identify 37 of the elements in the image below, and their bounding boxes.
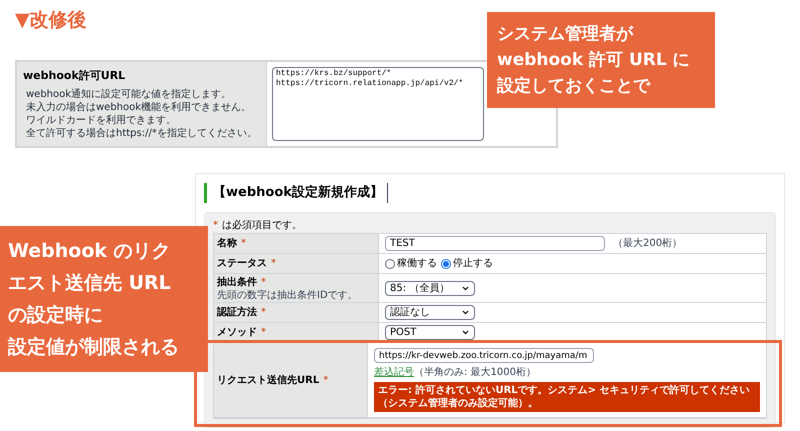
insert-symbol-link[interactable]: 差込記号 [374,365,414,380]
radio-label: 停止する [453,256,493,271]
dropdown[interactable]: 認証なし [385,305,475,320]
error-message: エラー: 許可されていないURLです。システム> セキュリティで許可してください（システム管理者のみ設定可能）。 [374,382,760,412]
row-label: メソッド [217,326,257,340]
chevron-down-icon [461,308,470,317]
radio-button[interactable] [441,258,451,268]
length-hint: （半角のみ: 最大1000桁） [414,366,536,380]
form-title: 【webhook設定新規作成】 [204,183,388,203]
required-mark: * [213,218,218,232]
row-label: リクエスト送信先URL [217,374,320,388]
max-length-note: （最大200桁） [613,236,682,251]
dropdown[interactable]: 85: （全員） [385,280,475,296]
section-heading: ▼改修後 [15,8,87,33]
required-mark: * [261,276,266,290]
row-label: ステータス [217,257,267,271]
required-mark: * [261,306,266,320]
chevron-down-icon [461,328,470,337]
field-description: webhook通知に設定可能な値を指定します。 未入力の場合はwebhook機能を利用できません。 ワイルドカードを利用できます。 全て許可する場合はhttps://*を指定してください。 [25,88,258,140]
name-field[interactable]: TEST [385,236,605,251]
row-label: 抽出条件 [217,276,257,290]
radio-label: 稼働する [397,256,437,271]
required-mark: * [261,326,266,340]
allowed-url-field[interactable]: https://krs.bz/support/* https://tricorn.relationapp.jp/api/v2/* [272,67,484,140]
required-mark: * [271,257,276,271]
url-field[interactable]: https://kr-devweb.zoo.tricorn.co.jp/mayama/m [374,348,594,363]
callout: Webhook のリク エスト送信先 URL の設定時に 設定値が制限される [0,226,208,372]
required-note: は必須項目です。 [222,218,302,232]
required-mark: * [323,374,328,388]
field-label: webhook許可URL [23,68,126,84]
radio-button[interactable] [385,258,395,268]
required-mark: * [241,237,246,251]
callout: システム管理者が webhook 許可 URL に 設定しておくことで [487,12,715,108]
row-sublabel: 先頭の数字は抽出条件IDです。 [217,290,359,301]
row-label: 名称 [217,236,237,251]
dropdown[interactable]: POST [385,325,475,340]
row-label: 認証方法 [217,305,257,320]
